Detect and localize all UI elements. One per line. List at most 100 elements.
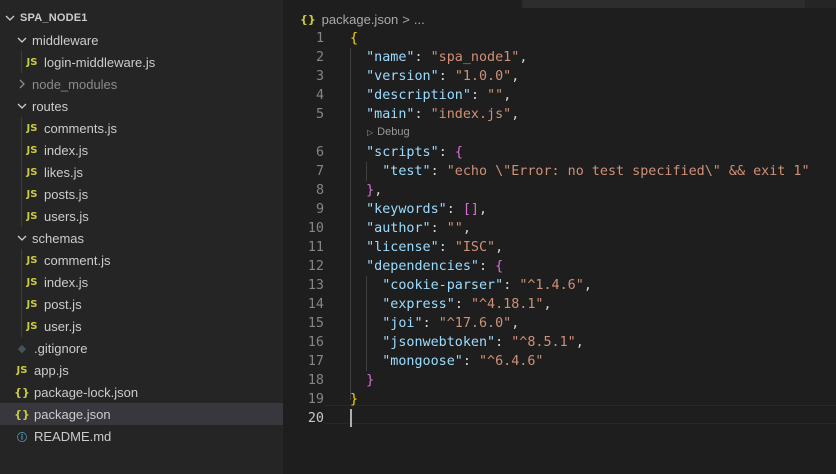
line-number: 13 <box>307 278 324 293</box>
line-number: 7 <box>315 164 324 179</box>
tree-file-login-middleware[interactable]: JS login-middleware.js <box>0 51 283 73</box>
tree-file-package-json[interactable]: {} package.json <box>0 403 283 425</box>
json-string: "index.js" <box>430 107 512 122</box>
brace: { <box>350 31 359 46</box>
js-file-icon: JS <box>26 320 38 332</box>
chevron-down-icon <box>16 232 28 244</box>
chevron-down-icon <box>16 100 28 112</box>
line-number: 6 <box>315 145 324 160</box>
line-number: 19 <box>307 392 324 407</box>
tree-file-schemas-index[interactable]: JS index.js <box>0 271 283 293</box>
breadcrumb-symbol[interactable]: ... <box>414 12 425 27</box>
text-cursor <box>350 409 352 427</box>
code-line: 4 "description": "", <box>283 86 836 105</box>
line-number: 2 <box>315 50 324 65</box>
tree-item-label: index.js <box>44 142 89 158</box>
js-file-icon: JS <box>26 210 38 222</box>
json-key: "mongoose" <box>382 354 463 369</box>
tree-file-posts[interactable]: JS posts.js <box>0 183 283 205</box>
code-line: 6 "scripts": { <box>283 143 836 162</box>
json-string: "ISC" <box>454 240 496 255</box>
json-string: "^17.6.0" <box>438 316 512 331</box>
tree-item-label: schemas <box>32 230 85 246</box>
vscode-window: SPA_NODE1 middleware JS login-middleware… <box>0 0 836 474</box>
json-string: "1.0.0" <box>454 69 512 84</box>
js-file-icon: JS <box>16 364 28 376</box>
tree-folder-node-modules[interactable]: node_modules <box>0 73 283 95</box>
tree-item-label: package.json <box>34 406 111 422</box>
json-string: "^8.5.1" <box>511 335 576 350</box>
tree-item-label: user.js <box>44 318 82 334</box>
tree-folder-schemas[interactable]: schemas <box>0 227 283 249</box>
tree-file-app[interactable]: JS app.js <box>0 359 283 381</box>
js-file-icon: JS <box>26 254 38 266</box>
line-number: 4 <box>315 88 324 103</box>
tree-file-routes-index[interactable]: JS index.js <box>0 139 283 161</box>
tree-file-readme[interactable]: ⓘ README.md <box>0 425 283 447</box>
json-file-icon: {} <box>300 12 316 26</box>
file-tree: middleware JS login-middleware.js node_m… <box>0 29 283 447</box>
json-key: "cookie-parser" <box>382 278 504 293</box>
code-line: 12 "dependencies": { <box>283 257 836 276</box>
gitignore-icon: ◆ <box>17 341 27 355</box>
tree-file-comment[interactable]: JS comment.js <box>0 249 283 271</box>
code-line: 8 }, <box>283 181 836 200</box>
tab-inactive[interactable] <box>523 0 805 8</box>
tree-item-label: middleware <box>32 32 99 48</box>
tree-item-label: likes.js <box>44 164 84 180</box>
tree-file-comments[interactable]: JS comments.js <box>0 117 283 139</box>
json-string: "" <box>446 221 463 236</box>
tree-item-label: posts.js <box>44 186 89 202</box>
tree-folder-middleware[interactable]: middleware <box>0 29 283 51</box>
json-key: "dependencies" <box>366 259 479 274</box>
tree-file-package-lock[interactable]: {} package-lock.json <box>0 381 283 403</box>
tree-folder-routes[interactable]: routes <box>0 95 283 117</box>
line-number: 10 <box>307 221 324 236</box>
breadcrumb-file[interactable]: package.json <box>322 12 399 27</box>
json-key: "scripts" <box>366 145 439 160</box>
json-key: "jsonwebtoken" <box>382 335 496 350</box>
tree-item-label: comments.js <box>44 120 117 136</box>
tree-file-gitignore[interactable]: ◆ .gitignore <box>0 337 283 359</box>
code-line: 16 "jsonwebtoken": "^8.5.1", <box>283 333 836 352</box>
tree-item-label: package-lock.json <box>34 384 139 400</box>
json-string: "^4.18.1" <box>470 297 544 312</box>
code-line: 13 "cookie-parser": "^1.4.6", <box>283 276 836 295</box>
json-string: "echo \"Error: no test specified\" && ex… <box>446 164 810 179</box>
tree-item-label: app.js <box>34 362 69 378</box>
line-number: 20 <box>307 411 324 426</box>
code-line: 17 "mongoose": "^6.4.6" <box>283 352 836 371</box>
line-number: 17 <box>307 354 324 369</box>
code-line: 1 { <box>283 29 836 48</box>
tree-file-likes[interactable]: JS likes.js <box>0 161 283 183</box>
code-line: 9 "keywords": [], <box>283 200 836 219</box>
tree-item-label: routes <box>32 98 69 114</box>
brace: } <box>366 373 375 388</box>
js-file-icon: JS <box>26 56 38 68</box>
code-line: 2 "name": "spa_node1", <box>283 48 836 67</box>
tree-file-users[interactable]: JS users.js <box>0 205 283 227</box>
line-number: 12 <box>307 259 324 274</box>
code-line: 15 "joi": "^17.6.0", <box>283 314 836 333</box>
code-line: 18 } <box>283 371 836 390</box>
explorer-project-header[interactable]: SPA_NODE1 <box>0 7 283 29</box>
tree-item-label: users.js <box>44 208 89 224</box>
json-string: "^6.4.6" <box>479 354 544 369</box>
play-icon: ▷ <box>367 127 374 137</box>
tree-file-user[interactable]: JS user.js <box>0 315 283 337</box>
codelens-debug[interactable]: ▷ Debug <box>367 124 410 140</box>
json-key: "license" <box>366 240 439 255</box>
tab-strip <box>283 0 836 8</box>
line-number: 9 <box>315 202 324 217</box>
tab-active[interactable] <box>283 0 521 8</box>
tree-file-post[interactable]: JS post.js <box>0 293 283 315</box>
tree-item-label: comment.js <box>44 252 111 268</box>
line-number: 18 <box>307 373 324 388</box>
tree-item-label: post.js <box>44 296 82 312</box>
code-line: 5 "main": "index.js", <box>283 105 836 124</box>
json-file-icon: {} <box>14 407 30 421</box>
json-key: "joi" <box>382 316 423 331</box>
code-line: 11 "license": "ISC", <box>283 238 836 257</box>
line-number: 11 <box>307 240 324 255</box>
code-editor[interactable]: 1 { 2 "name": "spa_node1", 3 "version": … <box>283 29 836 474</box>
